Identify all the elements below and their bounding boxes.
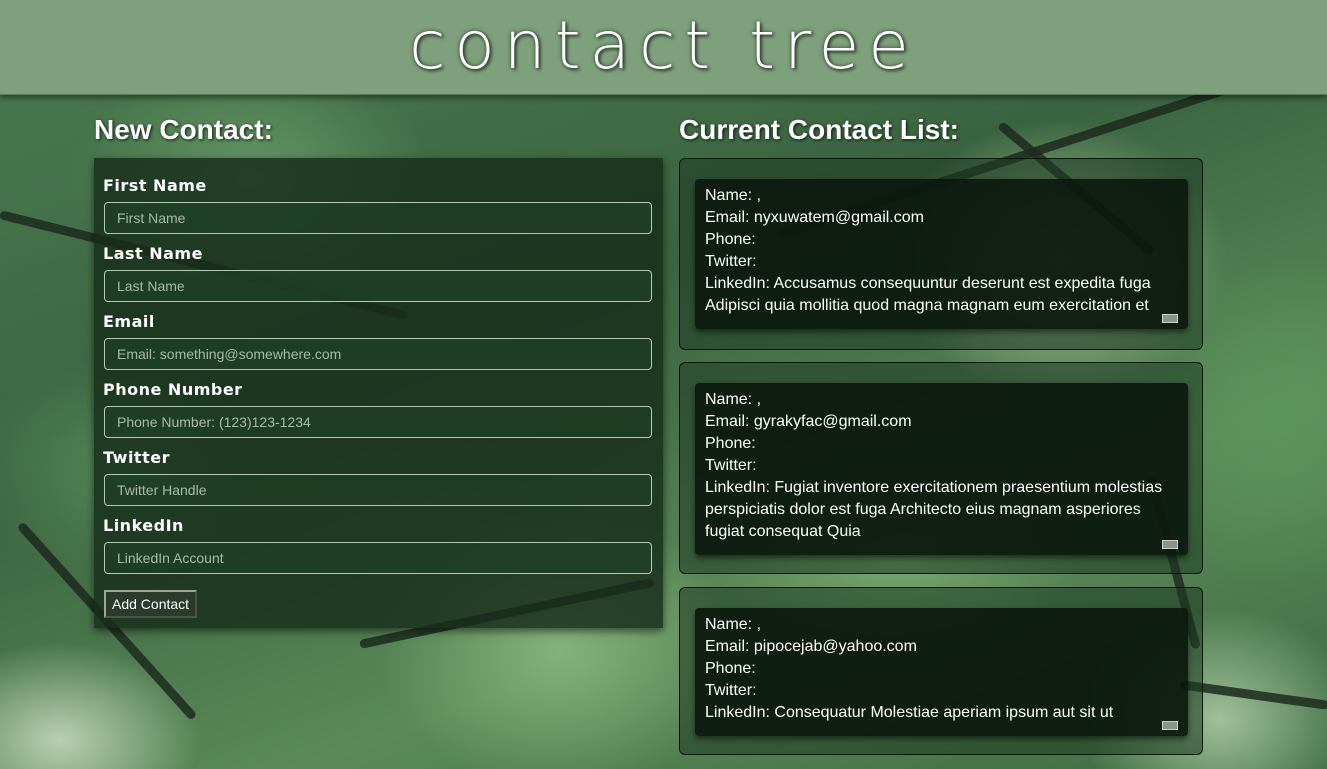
contact-details-textarea[interactable]: Name: , Email: pipocejab@yahoo.com Phone…	[695, 608, 1188, 736]
phone-number-label: Phone Number	[103, 380, 243, 399]
add-contact-button[interactable]: Add Contact	[104, 590, 198, 618]
contact-name: Name: ,	[705, 187, 762, 204]
contact-twitter: Twitter:	[705, 682, 757, 699]
first-name-input[interactable]	[104, 202, 652, 234]
site-header: contact tree	[0, 0, 1327, 95]
contact-linkedin: LinkedIn: Fugiat inventore exercitatione…	[705, 479, 1163, 540]
linkedin-label: LinkedIn	[103, 516, 184, 535]
email-label: Email	[103, 312, 155, 331]
last-name-label: Last Name	[103, 244, 203, 263]
resize-handle-icon[interactable]	[1162, 721, 1178, 730]
contact-name: Name: ,	[705, 616, 762, 633]
contact-twitter: Twitter:	[705, 253, 757, 270]
resize-handle-icon[interactable]	[1162, 540, 1178, 549]
contact-details-textarea[interactable]: Name: , Email: gyrakyfac@gmail.com Phone…	[695, 383, 1188, 555]
contact-card: Name: , Email: nyxuwatem@gmail.com Phone…	[679, 158, 1203, 350]
new-contact-form: First Name Last Name Email Phone Number …	[94, 158, 663, 628]
phone-number-input[interactable]	[104, 406, 652, 438]
contact-list-heading: Current Contact List:	[679, 114, 959, 145]
linkedin-input[interactable]	[104, 542, 652, 574]
contact-card: Name: , Email: gyrakyfac@gmail.com Phone…	[679, 362, 1203, 574]
contact-email: Email: nyxuwatem@gmail.com	[705, 209, 924, 226]
contact-phone: Phone:	[705, 435, 756, 452]
twitter-input[interactable]	[104, 474, 652, 506]
contact-phone: Phone:	[705, 660, 756, 677]
last-name-input[interactable]	[104, 270, 652, 302]
contact-email: Email: gyrakyfac@gmail.com	[705, 413, 912, 430]
twitter-label: Twitter	[103, 448, 170, 467]
contact-email: Email: pipocejab@yahoo.com	[705, 638, 917, 655]
new-contact-heading: New Contact:	[94, 114, 273, 145]
contact-linkedin: LinkedIn: Consequatur Molestiae aperiam …	[705, 704, 1114, 721]
contact-phone: Phone:	[705, 231, 756, 248]
first-name-label: First Name	[103, 176, 207, 195]
contact-card: Name: , Email: pipocejab@yahoo.com Phone…	[679, 587, 1203, 755]
contact-name: Name: ,	[705, 391, 762, 408]
contact-linkedin: LinkedIn: Accusamus consequuntur deserun…	[705, 275, 1151, 314]
resize-handle-icon[interactable]	[1162, 314, 1178, 323]
email-input[interactable]	[104, 338, 652, 370]
contact-details-textarea[interactable]: Name: , Email: nyxuwatem@gmail.com Phone…	[695, 179, 1188, 329]
site-title: contact tree	[409, 7, 918, 84]
contact-twitter: Twitter:	[705, 457, 757, 474]
